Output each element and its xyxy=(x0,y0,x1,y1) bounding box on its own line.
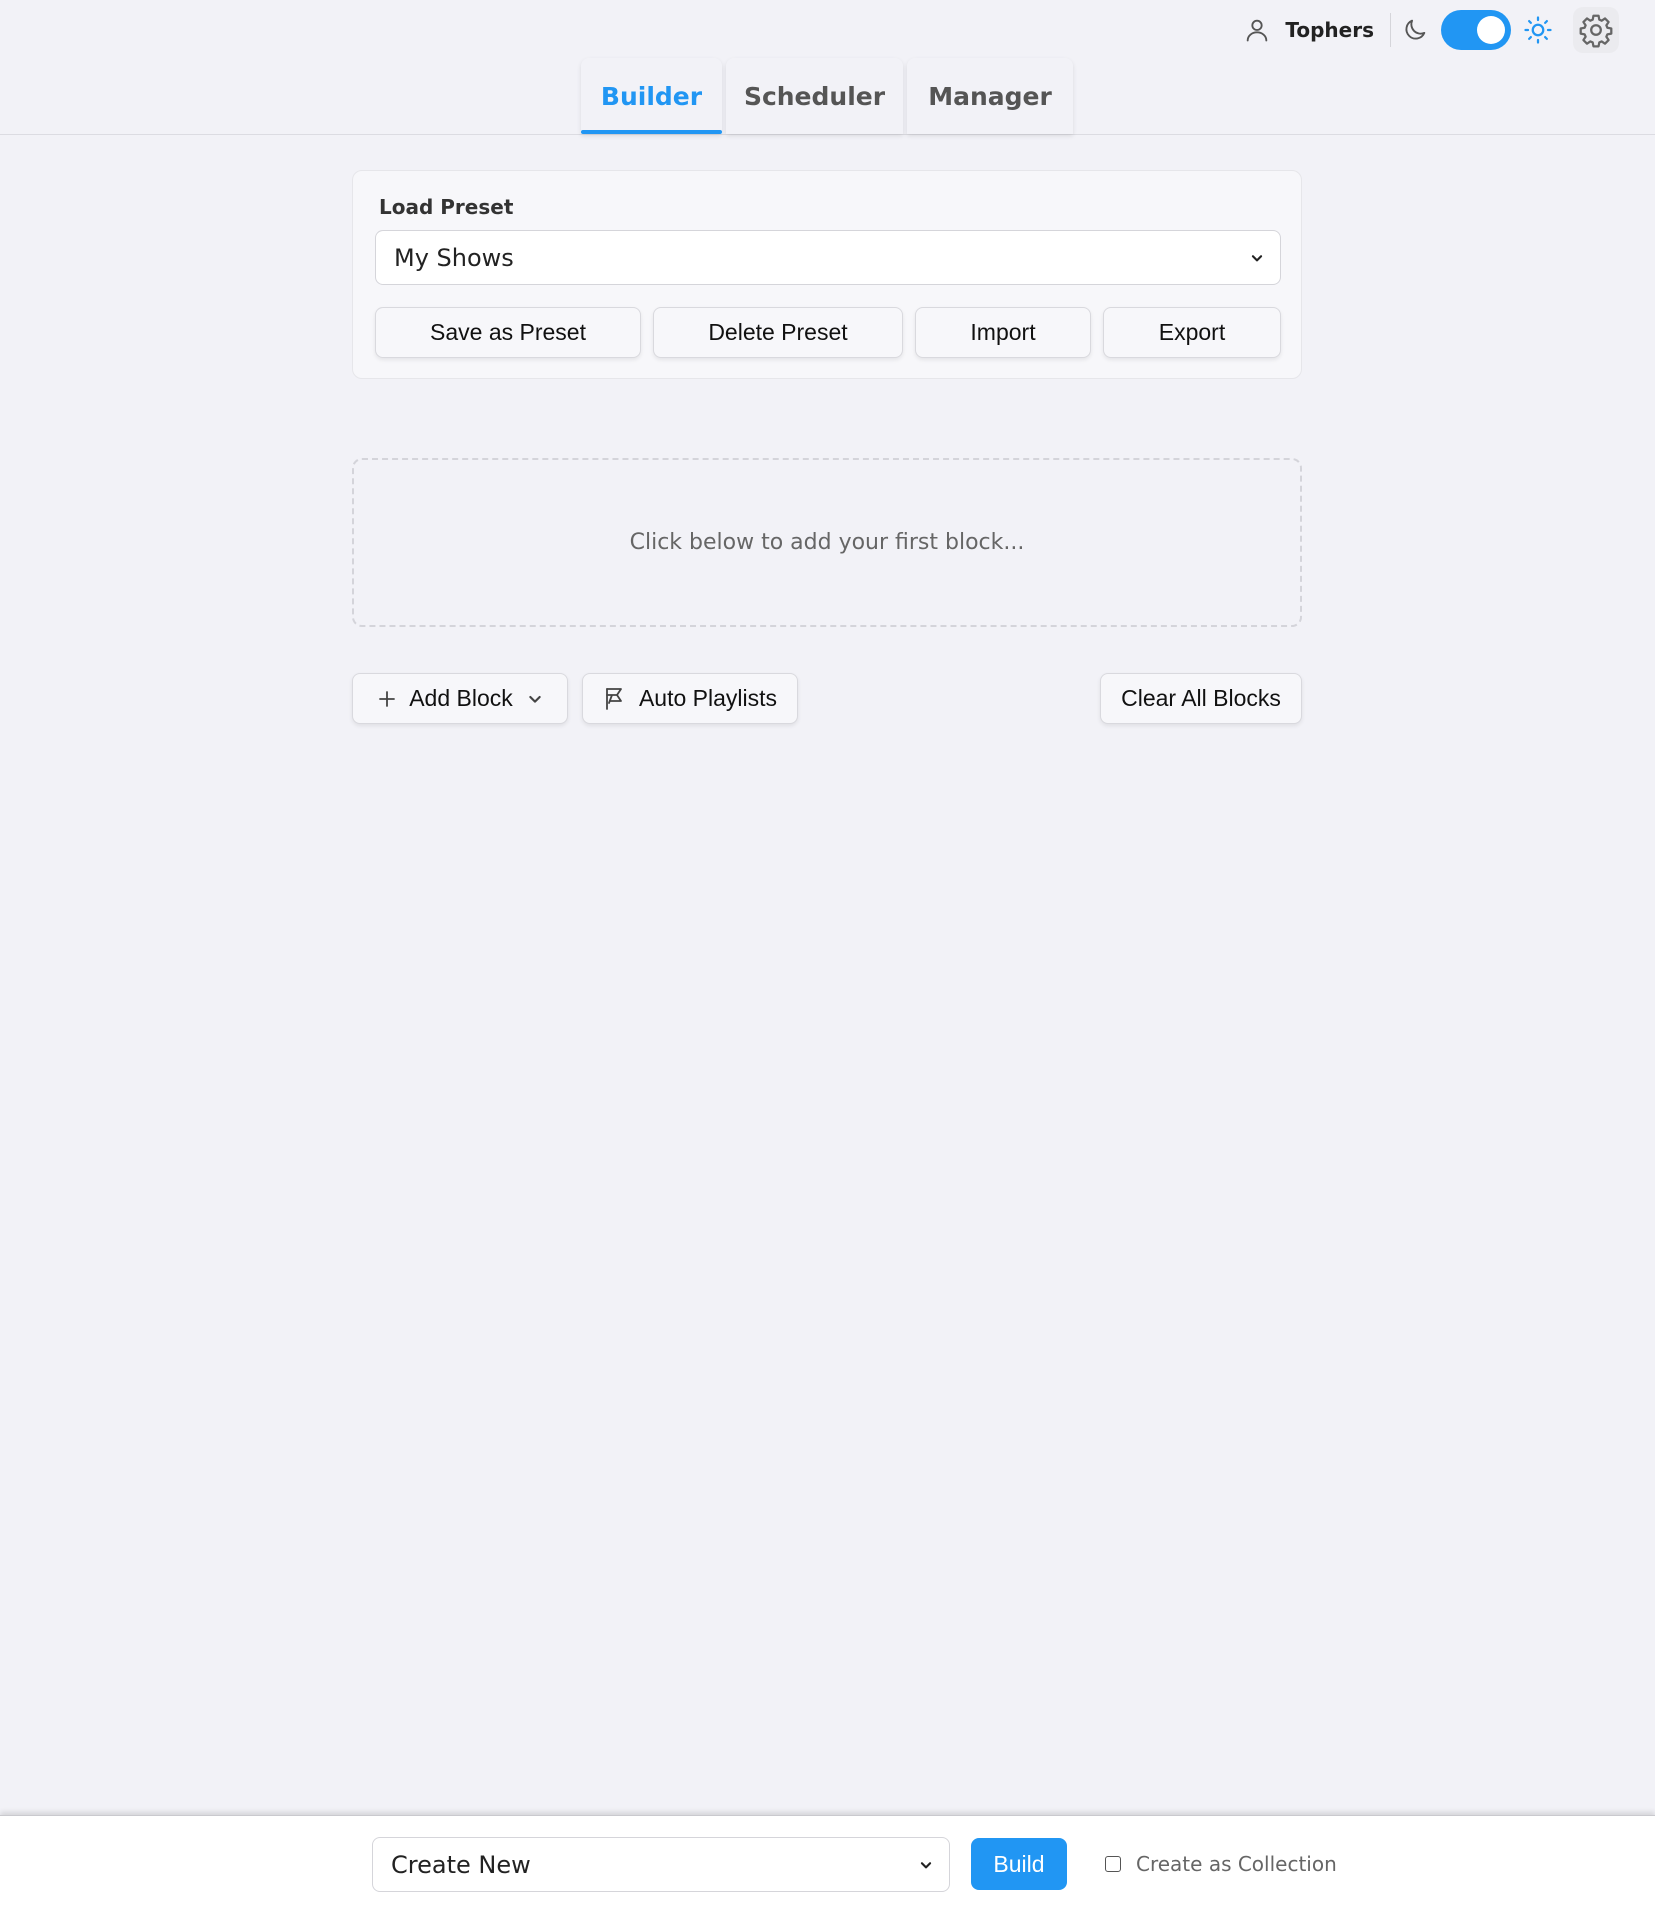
preset-card: Load Preset My Shows Save as Preset Dele… xyxy=(352,170,1302,379)
add-block-button[interactable]: Add Block xyxy=(352,673,568,724)
divider xyxy=(1390,13,1391,47)
user-name: Tophers xyxy=(1285,18,1374,42)
toggle-knob xyxy=(1477,16,1505,44)
playlist-flag-icon xyxy=(603,687,625,711)
build-target-value: Create New xyxy=(391,1850,531,1879)
app-header: Tophers Builder Scheduler Manager xyxy=(0,0,1655,135)
user-area: Tophers xyxy=(1243,7,1619,53)
tab-manager[interactable]: Manager xyxy=(907,58,1073,134)
import-button[interactable]: Import xyxy=(915,307,1091,358)
add-block-label: Add Block xyxy=(409,685,513,711)
main-tabs: Builder Scheduler Manager xyxy=(581,58,1073,134)
gear-icon xyxy=(1578,12,1614,48)
preset-select-value: My Shows xyxy=(394,243,514,272)
auto-playlists-label: Auto Playlists xyxy=(638,685,778,711)
build-target-select[interactable]: Create New xyxy=(372,1837,950,1892)
plus-icon xyxy=(377,689,397,709)
tab-scheduler[interactable]: Scheduler xyxy=(726,58,903,134)
build-button[interactable]: Build xyxy=(971,1838,1067,1890)
sun-icon xyxy=(1523,14,1555,46)
chevron-down-icon xyxy=(527,691,543,707)
clear-all-blocks-button[interactable]: Clear All Blocks xyxy=(1100,673,1302,724)
load-preset-label: Load Preset xyxy=(379,195,514,219)
theme-toggle[interactable] xyxy=(1441,10,1511,50)
create-as-collection-label: Create as Collection xyxy=(1136,1852,1337,1876)
export-button[interactable]: Export xyxy=(1103,307,1281,358)
delete-preset-button[interactable]: Delete Preset xyxy=(653,307,903,358)
moon-icon xyxy=(1401,15,1431,45)
settings-button[interactable] xyxy=(1573,7,1619,53)
chevron-down-icon xyxy=(919,1856,937,1874)
build-bar: Create New Build Create as Collection xyxy=(0,1815,1655,1905)
user-icon xyxy=(1243,15,1273,45)
chevron-down-icon xyxy=(1250,249,1268,267)
create-as-collection-checkbox[interactable] xyxy=(1105,1856,1121,1872)
auto-playlists-button[interactable]: Auto Playlists xyxy=(582,673,798,724)
preset-select[interactable]: My Shows xyxy=(375,230,1281,285)
save-preset-button[interactable]: Save as Preset xyxy=(375,307,641,358)
create-as-collection-option: Create as Collection xyxy=(1105,1846,1337,1882)
empty-blocks-message: Click below to add your first block... xyxy=(629,530,1025,555)
preset-button-row: Save as Preset Delete Preset Import Expo… xyxy=(375,307,1281,358)
blocks-dropzone: Click below to add your first block... xyxy=(352,458,1302,627)
tab-builder[interactable]: Builder xyxy=(581,58,722,134)
